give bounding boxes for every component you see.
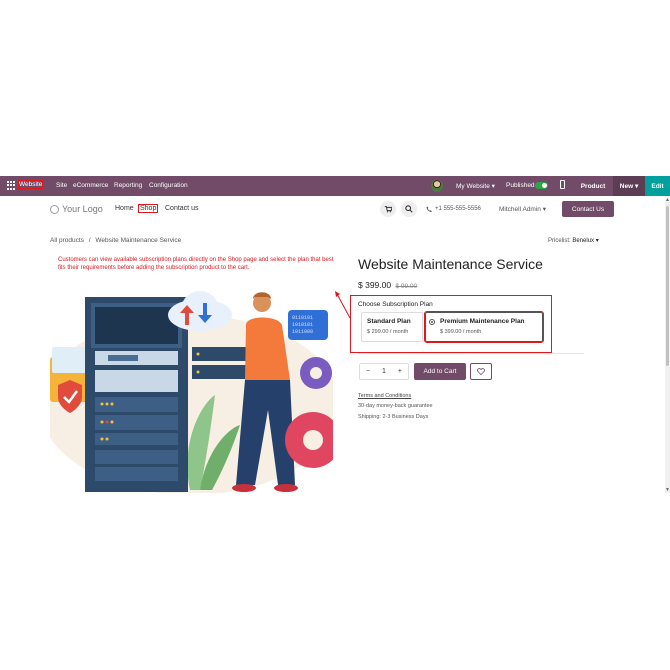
annotation-arrow: [335, 291, 351, 319]
user-avatar[interactable]: [431, 180, 443, 192]
website-selector[interactable]: My Website ▾: [456, 182, 495, 190]
website-topbar: Website Site eCommerce Reporting Configu…: [0, 176, 670, 196]
current-price: $ 399.00: [358, 280, 392, 290]
nav-contact[interactable]: Contact us: [165, 205, 198, 212]
published-toggle[interactable]: [535, 182, 548, 189]
nav-home[interactable]: Home: [115, 205, 134, 212]
binary-line-3: 1011000: [292, 329, 313, 335]
heart-icon: [477, 368, 485, 375]
pricelist-value: Benelux ▾: [572, 238, 599, 244]
annotation-note: Customers can view available subscriptio…: [58, 257, 334, 271]
plan-option-standard[interactable]: [361, 312, 423, 342]
breadcrumb: All products / Website Maintenance Servi…: [50, 237, 181, 244]
phone-icon: [426, 206, 432, 212]
phone-number[interactable]: +1 555-555-5556: [435, 206, 481, 212]
standard-plan-price: $ 299.00 / month: [367, 329, 409, 335]
site-logo[interactable]: Your Logo: [50, 204, 103, 214]
product-title: Website Maintenance Service: [358, 256, 543, 272]
premium-plan-price: $ 399.00 / month: [440, 329, 482, 335]
menu-ecommerce[interactable]: eCommerce: [73, 182, 108, 189]
quantity-minus-button[interactable]: −: [366, 368, 370, 375]
pricelist-label: Pricelist:: [548, 238, 571, 244]
plan-option-premium[interactable]: [424, 311, 544, 343]
cart-icon: [384, 206, 392, 213]
breadcrumb-all-products[interactable]: All products: [50, 237, 84, 244]
binary-line-1: 0110101: [292, 315, 313, 321]
product-image: 0110101 1010101 1011000: [50, 285, 333, 493]
scrollbar-thumb[interactable]: [666, 206, 669, 366]
quantity-value[interactable]: 1: [382, 368, 386, 375]
cart-button[interactable]: [380, 201, 396, 217]
premium-plan-radio[interactable]: [429, 319, 435, 325]
edit-button[interactable]: Edit: [645, 176, 670, 196]
search-button[interactable]: [401, 201, 417, 217]
breadcrumb-current: Website Maintenance Service: [95, 237, 182, 244]
old-price: $ 99.00: [395, 283, 418, 290]
logo-icon: [50, 204, 59, 214]
scroll-down-icon[interactable]: ▼: [665, 487, 670, 493]
scroll-up-icon[interactable]: ▲: [665, 197, 670, 203]
premium-plan-name: Premium Maintenance Plan: [440, 318, 525, 325]
breadcrumb-separator: /: [88, 237, 91, 244]
binary-line-2: 1010101: [292, 322, 313, 328]
quantity-stepper[interactable]: − 1 +: [359, 363, 409, 380]
menu-reporting[interactable]: Reporting: [114, 182, 142, 189]
search-icon: [405, 205, 413, 213]
contact-us-button[interactable]: Contact Us: [562, 201, 614, 217]
shipping-text: Shipping: 2-3 Business Days: [358, 414, 429, 420]
mobile-preview-icon[interactable]: [560, 180, 565, 189]
menu-site[interactable]: Site: [56, 182, 67, 189]
terms-link[interactable]: Terms and Conditions: [358, 393, 411, 399]
add-to-cart-button[interactable]: Add to Cart: [414, 363, 466, 380]
product-button[interactable]: Product: [574, 176, 612, 196]
product-price: $ 399.00 $ 99.00: [358, 280, 417, 290]
nav-shop[interactable]: Shop: [137, 204, 159, 213]
new-button[interactable]: New ▾: [613, 176, 645, 196]
app-name-website[interactable]: Website: [17, 180, 44, 189]
plan-heading: Choose Subscription Plan: [358, 301, 433, 308]
published-label: Published: [506, 182, 535, 189]
quantity-plus-button[interactable]: +: [398, 368, 402, 375]
admin-menu[interactable]: Mitchell Admin ▾: [499, 205, 546, 213]
guarantee-text: 30-day money-back guarantee: [358, 403, 433, 409]
menu-configuration[interactable]: Configuration: [149, 182, 188, 189]
standard-plan-name: Standard Plan: [367, 318, 411, 325]
divider: [358, 353, 584, 354]
apps-grid-icon[interactable]: [7, 181, 16, 190]
wishlist-button[interactable]: [470, 363, 492, 380]
logo-text: Your Logo: [62, 204, 103, 214]
pricelist-selector[interactable]: Pricelist: Benelux ▾: [548, 237, 599, 244]
